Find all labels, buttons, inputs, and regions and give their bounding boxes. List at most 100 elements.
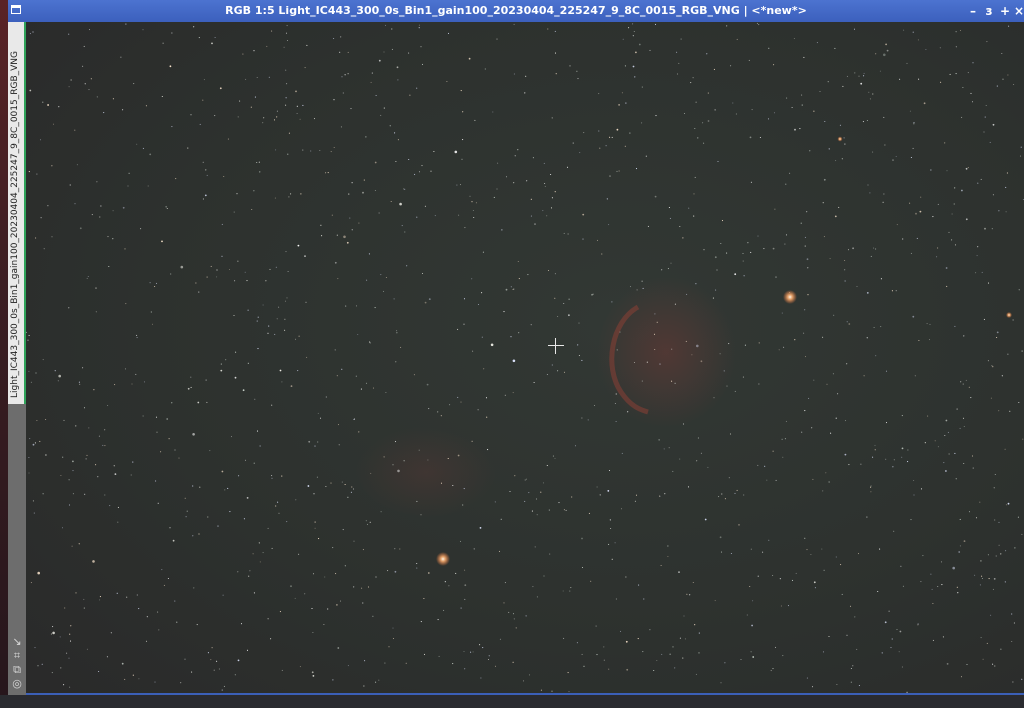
star xyxy=(362,602,364,604)
star xyxy=(758,383,760,385)
star xyxy=(271,547,273,549)
star xyxy=(991,228,993,230)
view-tab[interactable]: Light_IC443_300_0s_Bin1_gain100_20230404… xyxy=(8,22,26,404)
star xyxy=(581,653,583,655)
star xyxy=(566,166,569,168)
star xyxy=(69,633,71,635)
star xyxy=(68,479,70,481)
star xyxy=(510,286,512,288)
star xyxy=(372,387,375,389)
star xyxy=(629,132,631,134)
star xyxy=(512,613,515,615)
star xyxy=(795,572,797,574)
star xyxy=(568,691,570,693)
star xyxy=(846,634,848,636)
star xyxy=(804,537,806,539)
star xyxy=(1018,289,1020,291)
star xyxy=(104,429,106,431)
star xyxy=(512,661,514,663)
star xyxy=(898,651,900,653)
star xyxy=(192,485,194,487)
star xyxy=(619,331,621,333)
star xyxy=(659,363,661,365)
shade-button[interactable]: з xyxy=(982,3,996,19)
star xyxy=(106,656,108,658)
star xyxy=(314,445,316,447)
star xyxy=(463,323,465,325)
star xyxy=(720,551,723,553)
star xyxy=(193,587,195,589)
star xyxy=(325,172,327,174)
star xyxy=(959,518,961,520)
star xyxy=(211,42,213,45)
star xyxy=(217,525,219,527)
star xyxy=(726,385,728,387)
clone-icon[interactable]: ⧉ xyxy=(11,664,23,676)
star xyxy=(71,545,73,547)
star xyxy=(304,67,306,69)
star xyxy=(457,396,459,398)
star xyxy=(32,443,35,446)
star xyxy=(323,623,325,626)
star xyxy=(423,597,425,600)
star xyxy=(785,420,787,422)
star xyxy=(237,116,239,118)
star xyxy=(295,499,297,501)
star xyxy=(388,646,390,648)
star xyxy=(785,234,788,236)
star xyxy=(687,486,690,488)
star xyxy=(130,474,132,476)
star xyxy=(762,551,764,553)
star xyxy=(956,408,958,410)
star xyxy=(966,663,968,666)
star xyxy=(416,567,418,569)
star xyxy=(253,592,255,594)
star xyxy=(979,584,981,586)
arrow-icon[interactable]: ↘ xyxy=(11,636,23,648)
title-bar[interactable]: RGB 1:5 Light_IC443_300_0s_Bin1_gain100_… xyxy=(8,0,1024,22)
stretch-icon[interactable]: ⌗ xyxy=(11,650,23,662)
maximize-button[interactable]: + xyxy=(998,3,1012,19)
star xyxy=(530,215,532,217)
star xyxy=(668,206,670,209)
star xyxy=(494,501,496,503)
star xyxy=(569,590,571,592)
image-viewport[interactable] xyxy=(26,22,1024,693)
star xyxy=(99,216,101,218)
star xyxy=(384,24,387,26)
star xyxy=(554,52,557,54)
star xyxy=(205,169,207,171)
star xyxy=(823,569,825,571)
star xyxy=(917,623,919,625)
star xyxy=(667,268,669,270)
star xyxy=(804,309,806,311)
star xyxy=(945,267,948,269)
star xyxy=(51,236,53,238)
star xyxy=(340,126,342,128)
star xyxy=(337,424,340,426)
star xyxy=(948,453,950,455)
star xyxy=(635,168,638,170)
settings-icon[interactable]: ◎ xyxy=(11,678,23,690)
star xyxy=(998,544,1000,546)
star xyxy=(568,298,570,300)
close-button[interactable]: × xyxy=(1012,3,1024,19)
star xyxy=(714,109,716,111)
star xyxy=(161,240,163,243)
star xyxy=(757,575,759,577)
star xyxy=(850,681,852,683)
star xyxy=(341,76,343,78)
star xyxy=(394,548,396,550)
star xyxy=(914,375,916,377)
star xyxy=(418,24,420,26)
star xyxy=(327,608,329,610)
star xyxy=(103,112,105,114)
star xyxy=(924,442,926,444)
star xyxy=(214,36,216,39)
minimize-button[interactable]: – xyxy=(966,3,980,19)
star xyxy=(487,449,489,451)
star xyxy=(841,593,843,595)
star xyxy=(318,538,320,540)
star xyxy=(610,527,612,530)
star xyxy=(428,408,430,410)
